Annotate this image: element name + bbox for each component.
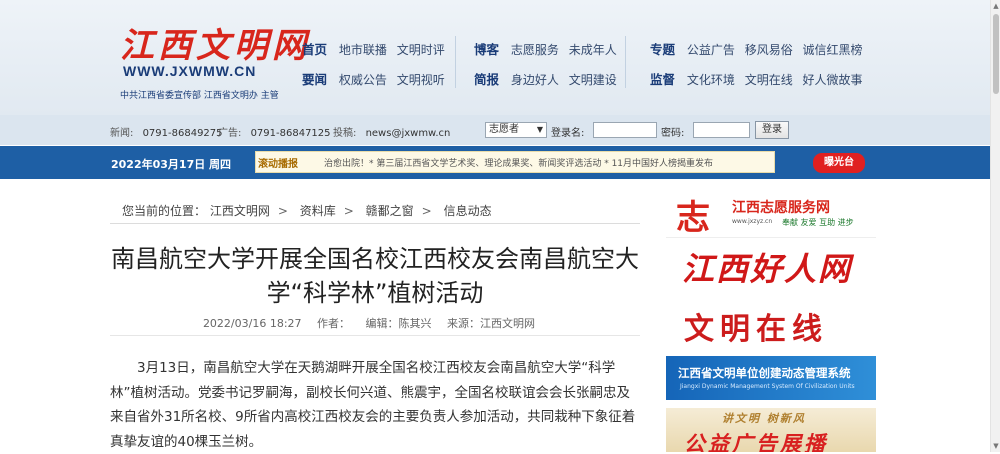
nav-brief[interactable]: 简报: [474, 72, 499, 87]
scroll-down-icon[interactable]: ▼: [992, 441, 1000, 451]
username-input[interactable]: [593, 122, 657, 138]
breadcrumb-item[interactable]: 江西文明网: [210, 204, 270, 218]
password-input[interactable]: [693, 122, 750, 138]
ticker-text[interactable]: 治愈出院！* 第三届江西省文学艺术奖、理论成果奖、新闻奖评选活动 * 11月中国…: [324, 156, 713, 169]
banner-subtitle: Jiangxi Dynamic Management System Of Civ…: [680, 383, 855, 390]
banner-slogan: 讲文明 树新风: [722, 412, 806, 425]
nav-link[interactable]: 权威公告: [339, 73, 387, 87]
article-meta: 2022/03/16 18:27 作者： 编辑：陈其兴 来源：江西文明网: [110, 315, 640, 331]
civilization-online-banner[interactable]: 文明在线: [666, 298, 876, 348]
submit-email-label: 投稿:: [333, 128, 357, 139]
nav-divider: [625, 36, 626, 88]
news-phone-label: 新闻:: [110, 128, 134, 139]
breadcrumb-item[interactable]: 资料库: [300, 204, 336, 218]
login-button[interactable]: 登录: [755, 121, 789, 139]
nav-topics[interactable]: 专题: [650, 42, 675, 57]
news-phone: 0791-86849275: [142, 128, 223, 139]
banner-url: www.jxzyz.cn: [732, 218, 773, 225]
breadcrumb-item[interactable]: 赣鄱之窗: [366, 204, 414, 218]
nav-link[interactable]: 未成年人: [569, 43, 617, 57]
article-source: 来源：江西文明网: [447, 317, 536, 330]
nav-link[interactable]: 好人微故事: [803, 73, 863, 87]
site-logo[interactable]: 江西文明网: [120, 18, 310, 67]
nav-supervision[interactable]: 监督: [650, 72, 675, 87]
nav-blog[interactable]: 博客: [474, 42, 499, 57]
ad-phone-label: 广告:: [218, 128, 242, 139]
nav-link[interactable]: 诚信红黑榜: [803, 43, 863, 57]
ad-phone: 0791-86847125: [250, 128, 331, 139]
nav-link[interactable]: 文明在线: [745, 73, 793, 87]
article-author: 作者：: [317, 317, 351, 330]
banner-title: 江西省文明单位创建动态管理系统: [678, 366, 851, 380]
nav-link[interactable]: 文明时评: [397, 43, 445, 57]
page-scrollbar[interactable]: ▲ ▼: [990, 0, 1000, 452]
article-body: 3月13日，南昌航空大学在天鹅湖畔开展全国名校江西校友会南昌航空大学“科学林”植…: [110, 360, 636, 450]
site-logo-url: WWW.JXWMW.CN: [123, 63, 257, 79]
article-datetime: 2022/03/16 18:27: [202, 317, 302, 330]
news-ticker[interactable]: 滚动播报 治愈出院！* 第三届江西省文学艺术奖、理论成果奖、新闻奖评选活动 * …: [255, 151, 775, 173]
nav-group-2: 博客 志愿服务 未成年人 简报 身边好人 文明建设: [474, 35, 623, 95]
nav-divider: [455, 36, 456, 88]
ticker-tag: 滚动播报: [258, 159, 298, 170]
chevron-down-icon: ▼: [536, 125, 543, 134]
breadcrumb-separator: >: [343, 204, 354, 218]
current-date: 2022年03月17日 周四: [111, 158, 232, 171]
submit-email[interactable]: news@jxwmw.cn: [366, 128, 451, 139]
nav-link[interactable]: 文化环境: [687, 73, 735, 87]
divider: [110, 223, 640, 224]
nav-group-1: 首页 地市联播 文明时评 要闻 权威公告 文明视听: [302, 35, 451, 95]
site-header: 江西文明网 WWW.JXWMW.CN 中共江西省委宣传部 江西省文明办 主管 首…: [0, 0, 990, 115]
site-logo-subtitle: 中共江西省委宣传部 江西省文明办 主管: [120, 91, 279, 101]
banner-slogan: 奉献 友爱 互助 进步: [782, 218, 854, 227]
good-people-banner[interactable]: 江西好人网: [666, 240, 876, 290]
public-ad-banner[interactable]: 讲文明 树新风 公益广告展播: [666, 408, 876, 452]
scroll-up-icon[interactable]: ▲: [992, 1, 1000, 11]
nav-news[interactable]: 要闻: [302, 72, 327, 87]
banner-title: 江西志愿服务网: [732, 200, 830, 216]
breadcrumb: 您当前的位置： 江西文明网 > 资料库 > 赣鄱之窗 > 信息动态: [122, 202, 492, 219]
breadcrumb-item[interactable]: 信息动态: [444, 204, 492, 218]
username-label: 登录名:: [551, 128, 585, 139]
volunteer-logo-icon: 志: [676, 198, 710, 238]
expose-button[interactable]: 曝光台: [813, 153, 865, 173]
nav-home[interactable]: 首页: [302, 42, 327, 57]
nav-link[interactable]: 身边好人: [511, 73, 559, 87]
banner-title: 公益广告展播: [684, 432, 828, 452]
breadcrumb-separator: >: [277, 204, 288, 218]
nav-link[interactable]: 文明建设: [569, 73, 617, 87]
divider: [110, 335, 640, 336]
article-editor: 编辑：陈其兴: [365, 317, 432, 330]
banner-title: 文明在线: [684, 312, 828, 347]
user-type-select[interactable]: 志愿者 ▼: [485, 122, 547, 138]
nav-link[interactable]: 移风易俗: [745, 43, 793, 57]
banner-title: 江西好人网: [682, 250, 853, 288]
management-system-banner[interactable]: 江西省文明单位创建动态管理系统 Jiangxi Dynamic Manageme…: [666, 356, 876, 400]
password-label: 密码:: [661, 128, 685, 139]
user-type-value: 志愿者: [489, 124, 519, 135]
nav-group-3: 专题 公益广告 移风易俗 诚信红黑榜 监督 文化环境 文明在线 好人微故事: [650, 35, 869, 95]
scrollbar-thumb[interactable]: [993, 14, 999, 94]
breadcrumb-separator: >: [421, 204, 432, 218]
volunteer-service-banner[interactable]: 志 江西志愿服务网 www.jxzyz.cn 奉献 友爱 互助 进步: [666, 188, 876, 238]
nav-link[interactable]: 文明视听: [397, 73, 445, 87]
nav-link[interactable]: 地市联播: [339, 43, 387, 57]
nav-link[interactable]: 志愿服务: [511, 43, 559, 57]
article-title: 南昌航空大学开展全国名校江西校友会南昌航空大学“科学林”植树活动: [111, 245, 639, 307]
nav-link[interactable]: 公益广告: [687, 43, 735, 57]
breadcrumb-prefix: 您当前的位置：: [122, 204, 207, 218]
